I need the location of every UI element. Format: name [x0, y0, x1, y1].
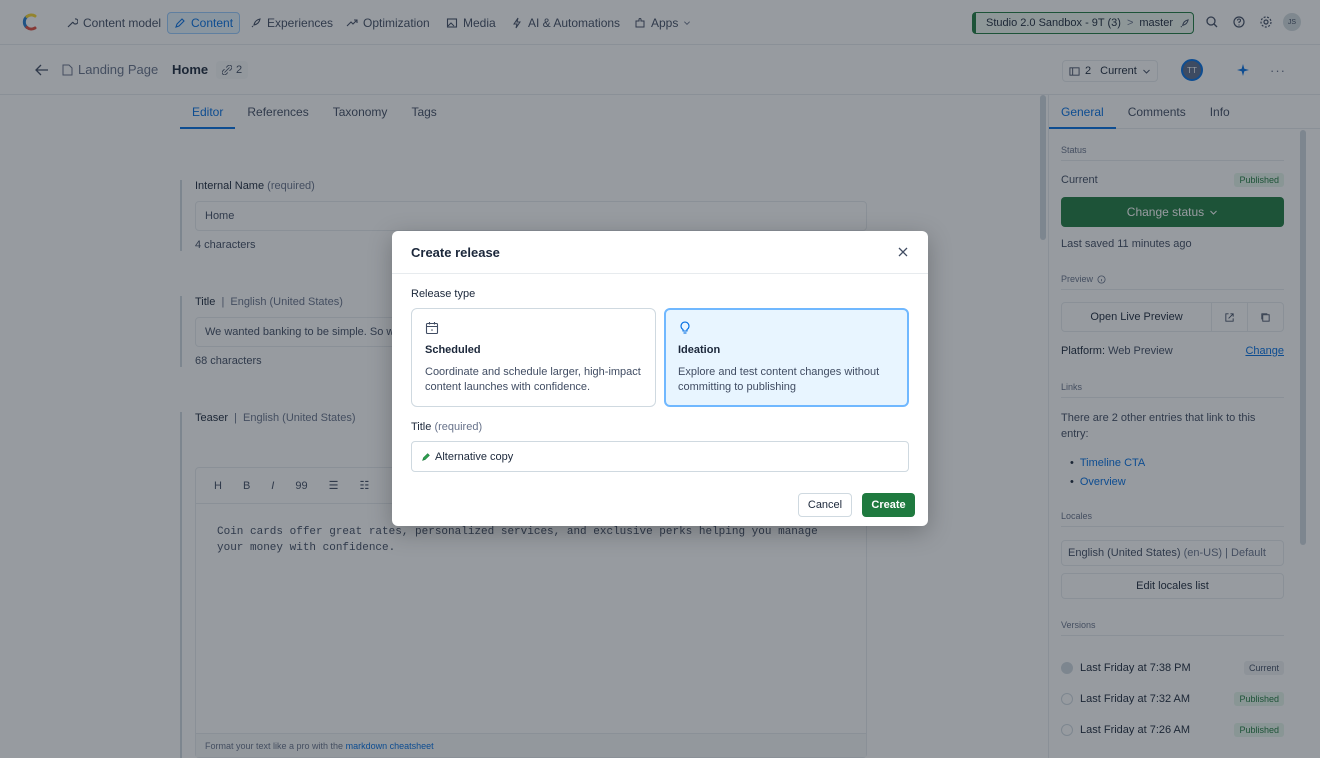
- release-type-label: Release type: [411, 288, 476, 300]
- create-button[interactable]: Create: [862, 493, 915, 517]
- release-title-input[interactable]: Alternative copy: [411, 441, 909, 472]
- calendar-icon: [425, 322, 439, 335]
- close-icon[interactable]: [897, 246, 909, 258]
- dialog-title: Create release: [411, 245, 500, 260]
- create-release-dialog: Create release Release type Scheduled Co…: [392, 231, 928, 526]
- option-title: Scheduled: [425, 344, 481, 356]
- option-description: Explore and test content changes without…: [678, 366, 880, 393]
- title-field-label: Title (required): [411, 421, 482, 433]
- title-label-text: Title: [411, 421, 432, 433]
- pencil-icon: [422, 452, 430, 461]
- release-type-ideation[interactable]: Ideation Explore and test content change…: [664, 308, 909, 407]
- option-description: Coordinate and schedule larger, high-imp…: [425, 366, 641, 393]
- release-title-value: Alternative copy: [435, 450, 514, 463]
- lightbulb-icon: [680, 321, 690, 334]
- cancel-button[interactable]: Cancel: [798, 493, 852, 517]
- title-required-hint: (required): [434, 421, 483, 433]
- option-title: Ideation: [678, 344, 721, 356]
- dialog-header: Create release: [392, 231, 928, 274]
- release-type-scheduled[interactable]: Scheduled Coordinate and schedule larger…: [411, 308, 656, 407]
